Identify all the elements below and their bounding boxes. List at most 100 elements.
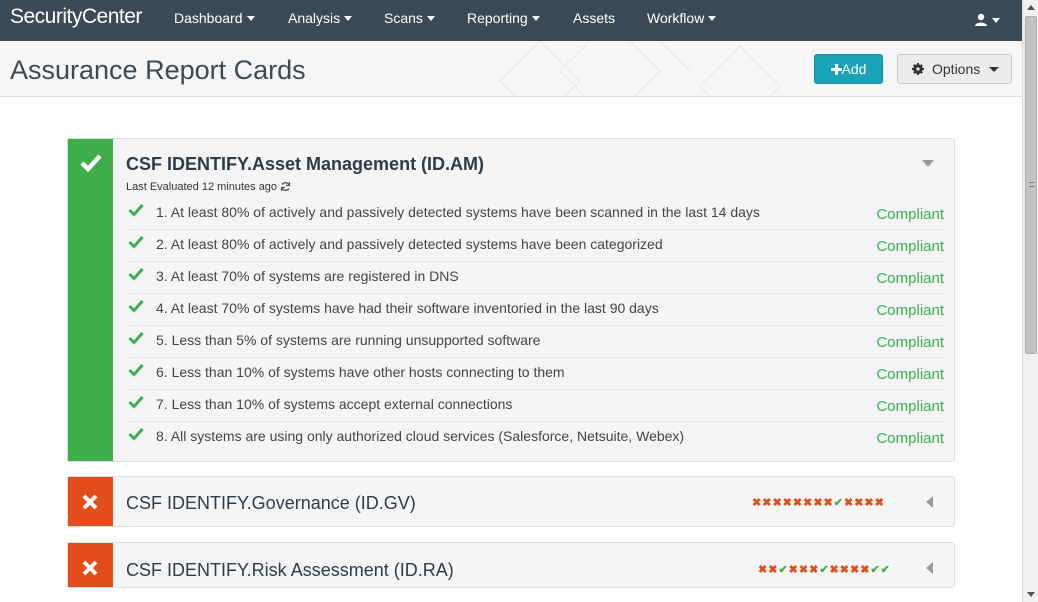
trend-fail-icon: ✖	[860, 564, 871, 576]
chevron-down-icon	[531, 16, 540, 21]
expand-toggle-icon[interactable]	[926, 562, 933, 574]
options-button[interactable]: Options	[897, 54, 1012, 84]
page-header: Assurance Report Cards Add Options	[0, 41, 1022, 97]
vertical-scrollbar[interactable]	[1022, 0, 1038, 602]
trend-fail-icon: ✖	[854, 497, 865, 509]
x-icon	[82, 494, 98, 510]
nav-dashboard[interactable]: Dashboard	[174, 10, 255, 26]
trend-fail-icon: ✖	[758, 564, 769, 576]
status-fail-indicator	[68, 543, 113, 587]
page-title: Assurance Report Cards	[10, 55, 306, 85]
refresh-icon[interactable]	[280, 181, 291, 192]
criterion-status: Compliant	[876, 430, 944, 447]
check-icon	[128, 299, 144, 313]
report-card-asset-management: CSF IDENTIFY.Asset Management (ID.AM) La…	[67, 138, 955, 462]
check-icon	[128, 331, 144, 345]
criterion-text: 2. At least 80% of actively and passivel…	[156, 236, 663, 252]
trend-pass-icon: ✔	[870, 564, 881, 576]
nav-label: Reporting	[467, 10, 528, 26]
trend-fail-icon: ✖	[798, 564, 810, 576]
check-icon	[128, 363, 144, 377]
check-icon	[128, 427, 144, 441]
check-icon	[128, 203, 144, 217]
check-icon	[128, 235, 144, 249]
criterion-status: Compliant	[876, 398, 944, 415]
trend-fail-icon: ✖	[788, 564, 799, 576]
trend-fail-icon: ✖	[849, 564, 861, 576]
nav-label: Workflow	[647, 10, 705, 26]
trend-fail-icon: ✖	[762, 497, 773, 509]
report-card-governance: CSF IDENTIFY.Governance (ID.GV) ✖✖✖✖✖✖✖✖…	[67, 476, 955, 527]
trend-fail-icon: ✖	[752, 497, 763, 509]
card-title[interactable]: CSF IDENTIFY.Asset Management (ID.AM)	[126, 154, 484, 175]
card-title[interactable]: CSF IDENTIFY.Governance (ID.GV)	[126, 493, 416, 514]
chevron-down-icon	[344, 16, 353, 21]
criterion-status: Compliant	[876, 302, 944, 319]
gear-icon	[912, 63, 924, 75]
trend-pass-icon: ✔	[819, 564, 830, 576]
trend-fail-icon: ✖	[803, 497, 814, 509]
trend-history: ✖✖✖✖✖✖✖✖✔✖✖✖✖	[752, 496, 885, 509]
user-menu[interactable]	[974, 10, 1002, 30]
trend-fail-icon: ✖	[772, 497, 783, 509]
expand-toggle-icon[interactable]	[926, 496, 933, 508]
trend-fail-icon: ✖	[829, 564, 840, 576]
trend-pass-icon: ✔	[880, 564, 891, 576]
grip-icon	[1029, 182, 1034, 187]
scrollbar-thumb[interactable]	[1025, 16, 1037, 354]
card-title[interactable]: CSF IDENTIFY.Risk Assessment (ID.RA)	[126, 560, 454, 581]
criterion-text: 8. All systems are using only authorized…	[156, 428, 685, 444]
criterion-status: Compliant	[876, 206, 944, 223]
x-icon	[82, 560, 98, 576]
check-icon	[128, 395, 144, 409]
nav-analysis[interactable]: Analysis	[288, 10, 353, 26]
criterion-status: Compliant	[876, 334, 944, 351]
trend-fail-icon: ✖	[874, 497, 885, 509]
nav-workflow[interactable]: Workflow	[647, 10, 717, 26]
chevron-down-icon	[989, 67, 999, 72]
criterion-text: 5. Less than 5% of systems are running u…	[156, 332, 541, 348]
chevron-down-icon	[426, 16, 435, 21]
scroll-down-arrow-icon[interactable]	[1027, 592, 1035, 597]
list-item: 5. Less than 5% of systems are running u…	[126, 326, 946, 358]
criteria-list: 1. At least 80% of actively and passivel…	[68, 198, 956, 458]
list-item: 3. At least 70% of systems are registere…	[126, 262, 946, 294]
criterion-status: Compliant	[876, 270, 944, 287]
last-evaluated: Last Evaluated 12 minutes ago	[126, 181, 278, 193]
nav-reporting[interactable]: Reporting	[467, 10, 540, 26]
list-item: 7. Less than 10% of systems accept exter…	[126, 390, 946, 422]
scroll-up-arrow-icon[interactable]	[1027, 5, 1035, 10]
chevron-down-icon	[708, 16, 717, 21]
trend-fail-icon: ✖	[782, 497, 793, 509]
nav-scans[interactable]: Scans	[384, 10, 435, 26]
report-card-risk-assessment: CSF IDENTIFY.Risk Assessment (ID.RA) ✖✖✔…	[67, 542, 955, 588]
check-icon	[128, 267, 144, 281]
criterion-status: Compliant	[876, 366, 944, 383]
nav-assets[interactable]: Assets	[573, 10, 615, 26]
list-item: 1. At least 80% of actively and passivel…	[126, 198, 946, 230]
add-button-label: Add	[841, 61, 867, 77]
nav-label: Analysis	[288, 10, 341, 26]
trend-fail-icon: ✖	[809, 564, 820, 576]
trend-fail-icon: ✖	[813, 497, 824, 509]
trend-fail-icon: ✖	[768, 564, 779, 576]
brand-logo[interactable]: SecurityCenter	[10, 5, 142, 29]
trend-fail-icon: ✖	[839, 564, 850, 576]
nav-label: Dashboard	[174, 10, 243, 26]
list-item: 8. All systems are using only authorized…	[126, 422, 946, 454]
trend-history: ✖✖✔✖✖✖✔✖✖✖✖✔✔	[758, 563, 891, 576]
list-item: 2. At least 80% of actively and passivel…	[126, 230, 946, 262]
add-button[interactable]: Add	[814, 54, 883, 84]
user-icon	[975, 13, 987, 26]
criterion-text: 6. Less than 10% of systems have other h…	[156, 364, 565, 380]
options-button-label: Options	[932, 61, 981, 77]
criterion-text: 7. Less than 10% of systems accept exter…	[156, 396, 513, 412]
trend-pass-icon: ✔	[778, 564, 789, 576]
trend-pass-icon: ✔	[833, 497, 844, 509]
background-pattern	[500, 41, 781, 96]
collapse-toggle-icon[interactable]	[922, 160, 934, 167]
trend-fail-icon: ✖	[823, 497, 834, 509]
list-item: 6. Less than 10% of systems have other h…	[126, 358, 946, 390]
list-item: 4. At least 70% of systems have had thei…	[126, 294, 946, 326]
trend-fail-icon: ✖	[843, 497, 855, 509]
